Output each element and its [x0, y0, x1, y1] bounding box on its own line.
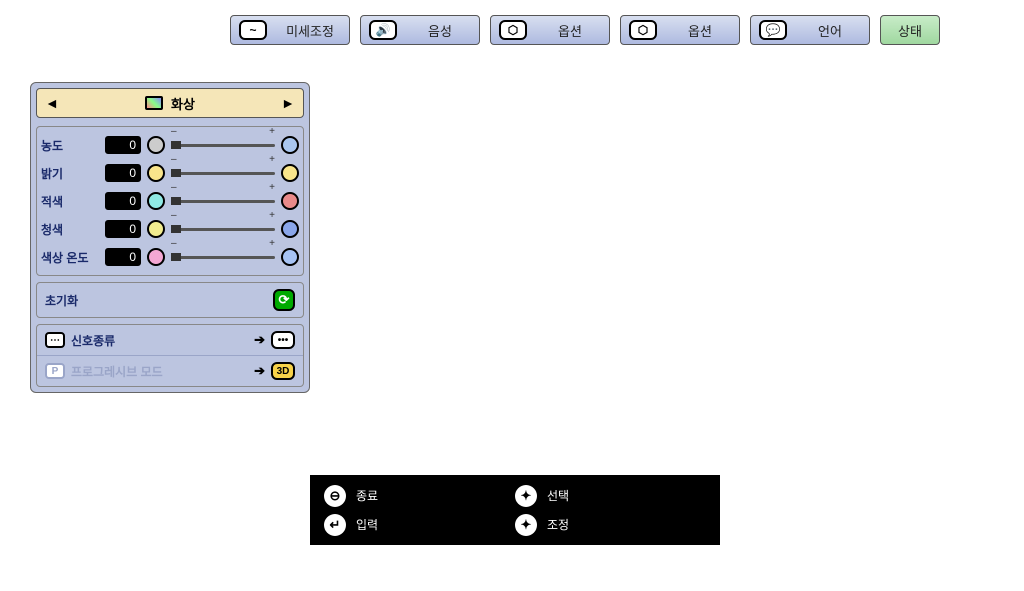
- slider-value: 0: [105, 220, 141, 238]
- sun-dim-icon: [147, 164, 165, 182]
- tab-option-1[interactable]: ⬡ 옵션: [490, 15, 610, 45]
- slider-density[interactable]: 농도 0: [41, 131, 299, 159]
- help-label: 조정: [547, 516, 569, 533]
- yellow-swatch-icon: [147, 220, 165, 238]
- tab-label: 음성: [409, 21, 471, 40]
- tab-language[interactable]: 💬 언어: [750, 15, 870, 45]
- menu-title: 화상: [171, 94, 195, 113]
- help-adjust: ✦ 조정: [515, 510, 706, 539]
- tab-bar: ~ 미세조정 🔊 음성 ⬡ 옵션 ⬡ 옵션 💬 언어 상태: [230, 15, 940, 45]
- cube-icon: ⬡: [499, 20, 527, 40]
- tab-label: 옵션: [539, 21, 601, 40]
- option-signal-type[interactable]: ⋯ 신호종류 ➔ •••: [37, 325, 303, 356]
- option-progressive-mode[interactable]: P 프로그레시브 모드 ➔ 3D: [37, 356, 303, 386]
- tab-label: 미세조정: [279, 21, 341, 40]
- tab-status[interactable]: 상태: [880, 15, 940, 45]
- option-label: 신호종류: [71, 332, 248, 349]
- enter-icon: ↵: [324, 514, 346, 536]
- slider-value: 0: [105, 248, 141, 266]
- slider-value: 0: [105, 164, 141, 182]
- slider-label: 청색: [41, 221, 99, 238]
- arrow-right-icon: ➔: [254, 332, 265, 348]
- slider-label: 밝기: [41, 165, 99, 182]
- cyan-swatch-icon: [147, 192, 165, 210]
- slider-track[interactable]: [171, 220, 275, 238]
- slider-color-temp[interactable]: 색상 온도 0: [41, 243, 299, 271]
- menu-title-group: 화상: [145, 94, 195, 113]
- option-group: ⋯ 신호종류 ➔ ••• P 프로그레시브 모드 ➔ 3D: [36, 324, 304, 387]
- help-enter: ↵ 입력: [324, 510, 515, 539]
- sun-bright-icon: [281, 164, 299, 182]
- slider-value: 0: [105, 136, 141, 154]
- blue-swatch-icon: [281, 220, 299, 238]
- swatch-right-icon: [281, 136, 299, 154]
- slider-track[interactable]: [171, 248, 275, 266]
- tab-option-2[interactable]: ⬡ 옵션: [620, 15, 740, 45]
- slider-label: 색상 온도: [41, 249, 99, 266]
- menu-header: ◄ 화상 ►: [36, 88, 304, 118]
- slider-blue[interactable]: 청색 0: [41, 215, 299, 243]
- wave-icon: ~: [239, 20, 267, 40]
- tab-fine-adjust[interactable]: ~ 미세조정: [230, 15, 350, 45]
- prev-arrow-icon[interactable]: ◄: [45, 95, 59, 111]
- next-arrow-icon[interactable]: ►: [281, 95, 295, 111]
- arrow-right-icon: ➔: [254, 363, 265, 379]
- signal-icon: ⋯: [45, 332, 65, 348]
- help-exit: ⊖ 종료: [324, 481, 515, 510]
- cube-icon: ⬡: [629, 20, 657, 40]
- three-d-icon: 3D: [271, 362, 295, 380]
- tab-audio[interactable]: 🔊 음성: [360, 15, 480, 45]
- slider-red[interactable]: 적색 0: [41, 187, 299, 215]
- help-select: ✦ 선택: [515, 481, 706, 510]
- picture-menu-panel: ◄ 화상 ► 농도 0 밝기 0 적색 0 청색: [30, 82, 310, 393]
- slider-brightness[interactable]: 밝기 0: [41, 159, 299, 187]
- reset-label: 초기화: [45, 292, 78, 309]
- tab-label: 언어: [799, 21, 861, 40]
- slider-group: 농도 0 밝기 0 적색 0 청색 0 색상 온도: [36, 126, 304, 276]
- help-label: 종료: [356, 487, 378, 504]
- tab-label: 상태: [889, 21, 931, 40]
- option-label: 프로그레시브 모드: [71, 363, 248, 380]
- red-swatch-icon: [281, 192, 299, 210]
- slider-track[interactable]: [171, 164, 275, 182]
- slider-label: 적색: [41, 193, 99, 210]
- select-icon: ✦: [515, 485, 537, 507]
- bottom-help-bar: ⊖ 종료 ✦ 선택 ↵ 입력 ✦ 조정: [310, 475, 720, 545]
- rgb-dots-icon: •••: [271, 331, 295, 349]
- tv-icon: [145, 96, 163, 110]
- speech-icon: 💬: [759, 20, 787, 40]
- swatch-left-icon: [147, 136, 165, 154]
- tab-label: 옵션: [669, 21, 731, 40]
- speaker-icon: 🔊: [369, 20, 397, 40]
- slider-track[interactable]: [171, 192, 275, 210]
- flower-warm-icon: [147, 248, 165, 266]
- adjust-icon: ✦: [515, 514, 537, 536]
- help-label: 입력: [356, 516, 378, 533]
- exit-icon: ⊖: [324, 485, 346, 507]
- flower-cool-icon: [281, 248, 299, 266]
- help-label: 선택: [547, 487, 569, 504]
- reload-icon: ⟳: [273, 289, 295, 311]
- p-icon: P: [45, 363, 65, 379]
- reset-row[interactable]: 초기화 ⟳: [36, 282, 304, 318]
- slider-track[interactable]: [171, 136, 275, 154]
- slider-value: 0: [105, 192, 141, 210]
- slider-label: 농도: [41, 137, 99, 154]
